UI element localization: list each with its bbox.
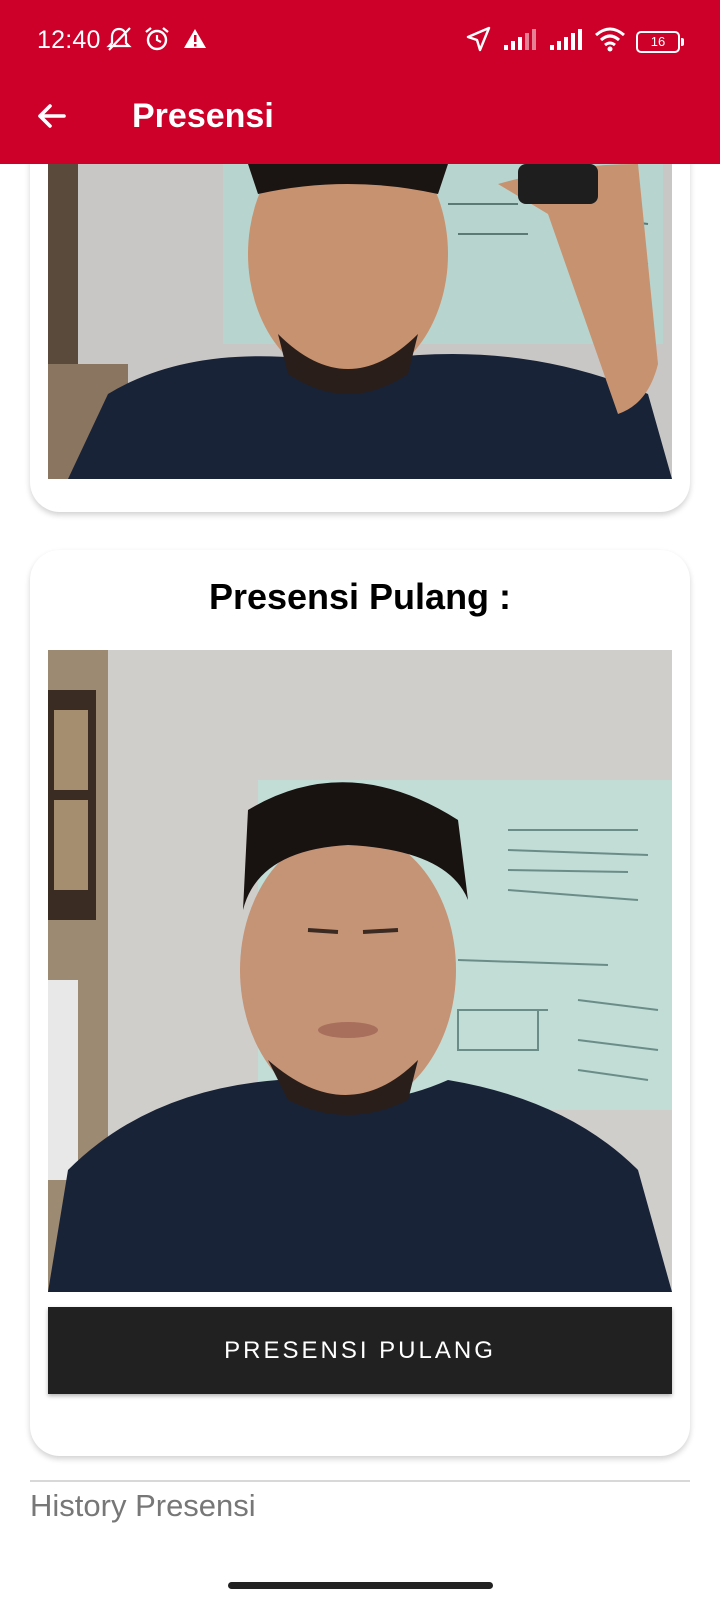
status-time: 12:40 — [37, 26, 101, 54]
app-bar: 12:40 16 Presensi — [0, 0, 720, 164]
mute-notifications-icon — [104, 24, 134, 59]
wifi-icon — [594, 25, 626, 58]
signal-icon — [548, 26, 584, 57]
signal-icon — [502, 26, 538, 57]
checkout-heading: Presensi Pulang : — [208, 576, 512, 617]
alarm-icon — [142, 24, 172, 59]
checkout-photo — [48, 650, 672, 1292]
page-title: Presensi — [132, 97, 274, 135]
history-label[interactable]: History Presensi — [30, 1488, 256, 1524]
checkout-card: Presensi Pulang : PRESENSI PULANG — [30, 550, 690, 1456]
arrow-back-icon[interactable] — [30, 94, 74, 138]
home-indicator[interactable] — [228, 1582, 493, 1589]
status-bar: 12:40 16 — [0, 0, 720, 80]
divider — [30, 1480, 690, 1482]
warning-icon — [180, 24, 210, 59]
location-icon — [464, 24, 492, 59]
checkin-card — [30, 110, 690, 512]
presensi-pulang-button[interactable]: PRESENSI PULANG — [48, 1307, 672, 1394]
battery-icon: 16 — [636, 30, 684, 53]
checkin-photo — [48, 164, 672, 479]
toolbar: Presensi — [0, 80, 720, 164]
